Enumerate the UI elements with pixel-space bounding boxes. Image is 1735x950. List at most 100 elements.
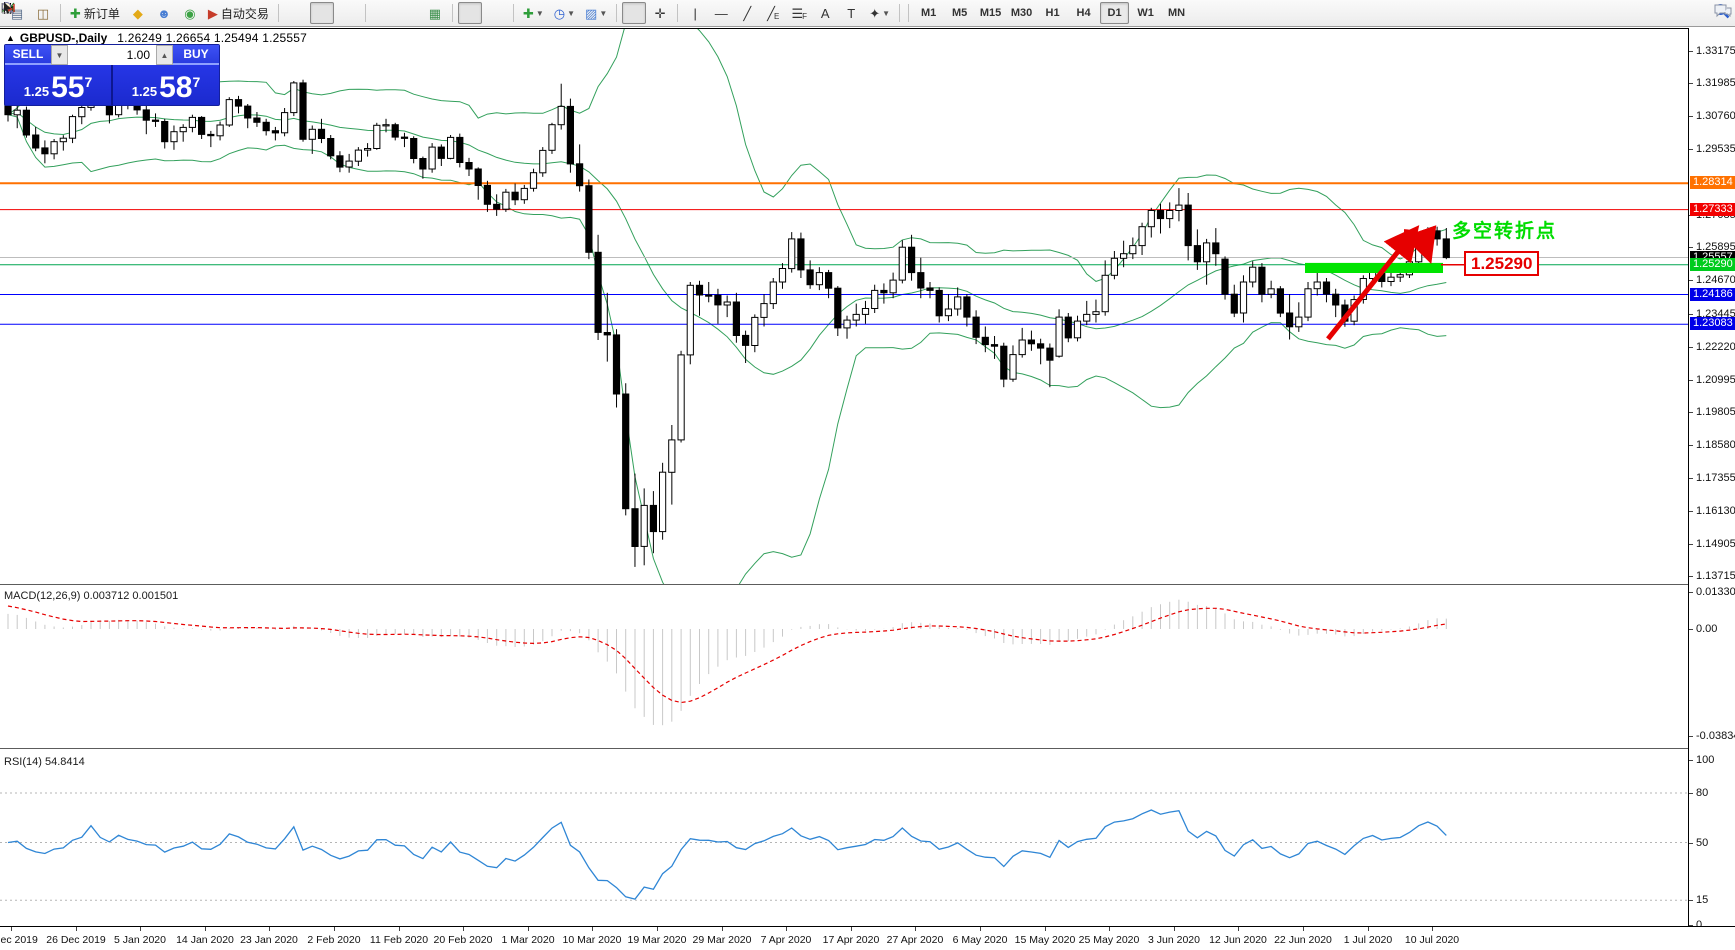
bollinger-upper-band[interactable]: [8, 29, 1446, 281]
text-label-button[interactable]: T: [839, 2, 863, 24]
zoom-out-button[interactable]: [397, 2, 421, 24]
horizontal-line-button[interactable]: —: [709, 2, 733, 24]
crosshair-button[interactable]: ✛: [648, 2, 672, 24]
bar-chart-button[interactable]: [284, 2, 308, 24]
chart-shift-button[interactable]: [484, 2, 508, 24]
date-tick: [528, 927, 529, 931]
bollinger-lower-band[interactable]: [8, 115, 1446, 585]
macd-canvas: [0, 587, 1688, 748]
rsi-axis-label: 100: [1696, 754, 1714, 766]
price-chart-canvas[interactable]: [0, 29, 1688, 585]
price-chart-panel[interactable]: [0, 28, 1688, 585]
collapse-panel-icon[interactable]: ▲: [6, 33, 15, 43]
rsi-line: [8, 810, 1446, 899]
date-label: 3 Jun 2020: [1148, 934, 1200, 946]
timeframe-m30-button[interactable]: M30: [1007, 2, 1036, 24]
sell-button[interactable]: SELL: [5, 45, 51, 65]
toolbar-separator: [677, 4, 678, 22]
trendline-button[interactable]: ╱: [735, 2, 759, 24]
macd-panel[interactable]: [0, 587, 1688, 748]
timeframe-h1-button[interactable]: H1: [1038, 2, 1067, 24]
community-button[interactable]: ☻: [152, 2, 176, 24]
price-axis-label: 1.17355: [1696, 472, 1735, 484]
cursor-button[interactable]: [622, 2, 646, 24]
subscript-label: E: [774, 12, 779, 21]
templates-button[interactable]: ▨▼: [581, 2, 611, 24]
date-tick: [269, 927, 270, 931]
date-tick: [980, 927, 981, 931]
rsi-axis-tick: [1689, 843, 1693, 844]
date-tick: [1238, 927, 1239, 931]
up-trend-arrow[interactable]: [1328, 233, 1413, 339]
turning-point-annotation[interactable]: 多空转折点: [1452, 216, 1557, 243]
date-tick: [76, 927, 77, 931]
data-window-icon: ◫: [37, 7, 49, 20]
rsi-axis-label: 50: [1696, 837, 1708, 849]
new-order-button-label: 新订单: [84, 5, 120, 22]
timeframe-h4-button[interactable]: H4: [1069, 2, 1098, 24]
date-label: 26 Dec 2019: [46, 934, 106, 946]
data-window-button[interactable]: ◫: [31, 2, 55, 24]
crosshair-icon: ✛: [655, 7, 666, 20]
timeframe-mn-button[interactable]: MN: [1162, 2, 1191, 24]
indicators-button[interactable]: ✚▼: [519, 2, 548, 24]
time-axis[interactable]: 7 Dec 201926 Dec 20195 Jan 202014 Jan 20…: [0, 926, 1735, 950]
dropdown-caret-icon: ▼: [599, 9, 607, 18]
periods-button[interactable]: ◷▼: [550, 2, 579, 24]
price-callout-label[interactable]: 1.25290: [1464, 251, 1539, 276]
price-axis-label: 1.20995: [1696, 374, 1735, 386]
autotrading-button[interactable]: ▶自动交易: [204, 2, 273, 24]
price-axis-label: 1.30760: [1696, 110, 1735, 122]
vertical-line-button[interactable]: |: [683, 2, 707, 24]
volume-decrement-button[interactable]: ▼: [51, 45, 68, 65]
auto-scroll-button[interactable]: [458, 2, 482, 24]
price-axis-label: 1.29535: [1696, 143, 1735, 155]
fibonacci-button[interactable]: ☰F: [787, 2, 811, 24]
market-gold-button[interactable]: ◆: [126, 2, 150, 24]
zoom-in-button[interactable]: [371, 2, 395, 24]
buy-price-sup: 7: [192, 74, 200, 90]
equidistant-channel-button[interactable]: ╱E: [761, 2, 785, 24]
tile-windows-button[interactable]: ▦: [423, 2, 447, 24]
candlestick-chart-button[interactable]: [310, 2, 334, 24]
date-tick: [1303, 927, 1304, 931]
date-label: 15 May 2020: [1015, 934, 1076, 946]
templates-icon: ▨: [585, 7, 597, 20]
price-axis-label: 1.31985: [1696, 77, 1735, 89]
one-click-trading-panel: SELL ▼ 1.00 ▲ BUY 1.25 55 7 1.25 58 7: [4, 44, 220, 106]
volume-increment-button[interactable]: ▲: [156, 45, 173, 65]
price-axis[interactable]: 1.331751.319851.307601.295351.270851.258…: [1688, 28, 1735, 926]
rsi-axis-tick: [1689, 793, 1693, 794]
toolbar-separator: [899, 4, 900, 22]
timeframe-w1-button[interactable]: W1: [1131, 2, 1160, 24]
price-axis-tick: [1689, 412, 1693, 413]
timeframe-d1-button[interactable]: D1: [1100, 2, 1129, 24]
bollinger-middle-band[interactable]: [8, 112, 1446, 374]
arrows-button[interactable]: ✦▼: [865, 2, 894, 24]
horizontal-line-icon: —: [715, 7, 728, 20]
toolbar-separator: [452, 4, 453, 22]
subscript-label: F: [802, 12, 807, 21]
buy-button[interactable]: BUY: [173, 45, 219, 65]
trendline-icon: ╱: [743, 7, 751, 20]
buy-price-display[interactable]: 1.25 58 7: [113, 65, 219, 105]
macd-axis-label: -0.038343: [1696, 730, 1735, 742]
date-label: 6 May 2020: [953, 934, 1008, 946]
periods-icon: ◷: [554, 7, 565, 20]
date-label: 10 Mar 2020: [563, 934, 622, 946]
timeframe-m15-button[interactable]: M15: [976, 2, 1005, 24]
sell-price-display[interactable]: 1.25 55 7: [5, 65, 113, 105]
timeframe-m5-button[interactable]: M5: [945, 2, 974, 24]
text-button[interactable]: A: [813, 2, 837, 24]
signals-button[interactable]: ◉: [178, 2, 202, 24]
volume-input[interactable]: 1.00: [68, 45, 156, 65]
date-tick: [1045, 927, 1046, 931]
line-chart-button[interactable]: [336, 2, 360, 24]
new-order-button[interactable]: ✚新订单: [66, 2, 124, 24]
support-zone-rectangle[interactable]: [1305, 263, 1443, 273]
date-label: 2 Feb 2020: [307, 934, 360, 946]
timeframe-m1-button[interactable]: M1: [914, 2, 943, 24]
price-axis-tick: [1689, 149, 1693, 150]
rsi-panel[interactable]: [0, 751, 1688, 926]
toolbar-separator: [60, 4, 61, 22]
